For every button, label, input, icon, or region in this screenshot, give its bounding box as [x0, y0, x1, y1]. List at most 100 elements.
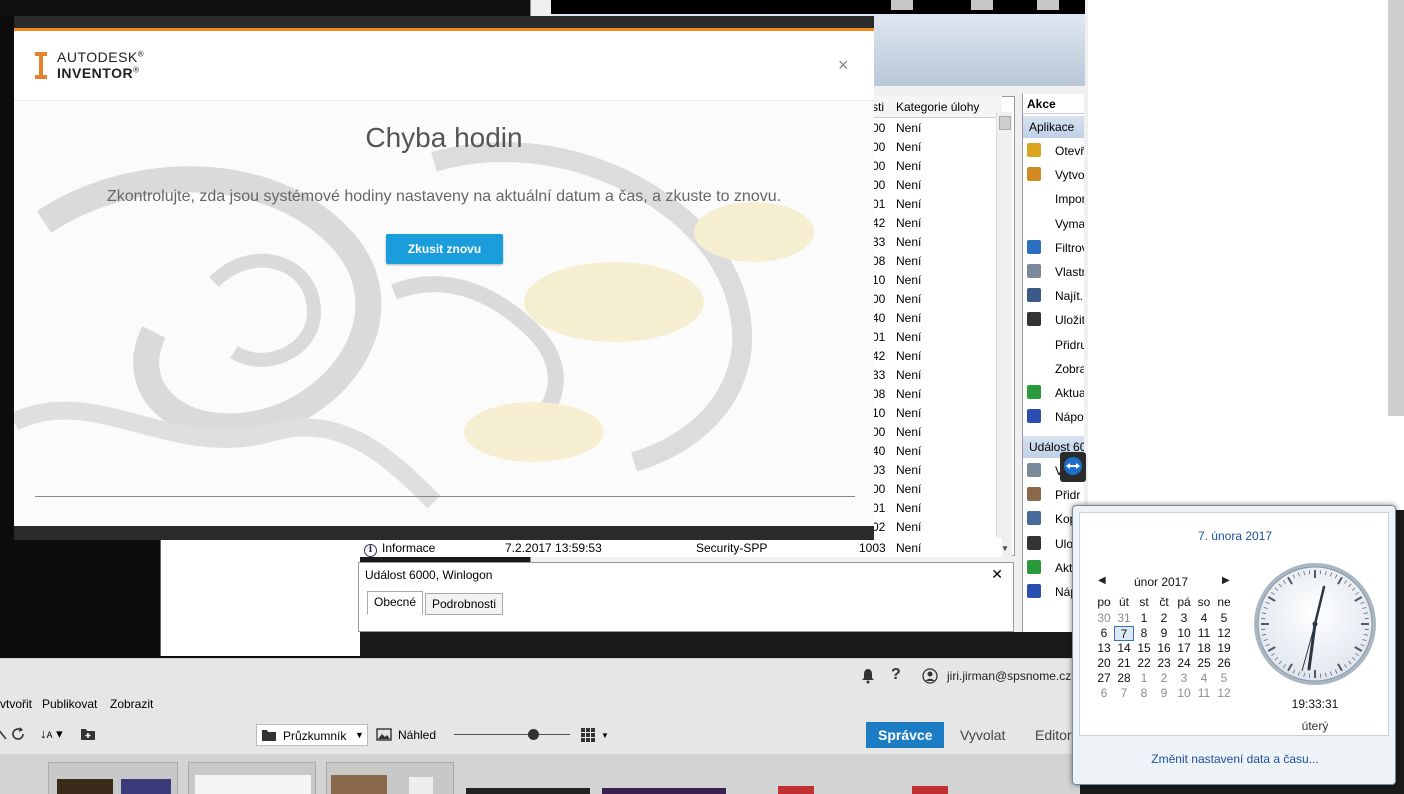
table-row[interactable]: 10 Není: [860, 406, 1000, 425]
pdf-icon[interactable]: [912, 786, 948, 794]
calendar-day[interactable]: 21: [1114, 656, 1134, 671]
calendar-day[interactable]: 25: [1194, 656, 1214, 671]
scroll-down-icon[interactable]: ▼: [1001, 544, 1009, 553]
calendar-day[interactable]: 2: [1154, 611, 1174, 626]
thumbnail[interactable]: [48, 762, 178, 794]
action-item[interactable]: Přidr: [1023, 484, 1084, 506]
grid-icon[interactable]: [580, 727, 596, 743]
calendar-day[interactable]: 10: [1174, 626, 1194, 641]
table-row[interactable]: 00 Není: [860, 121, 1000, 140]
calendar-day[interactable]: 4: [1194, 671, 1214, 686]
calendar-month-label[interactable]: únor 2017: [1096, 575, 1226, 589]
calendar-day[interactable]: 19: [1214, 641, 1234, 656]
calendar-day[interactable]: 24: [1174, 656, 1194, 671]
calendar-day[interactable]: 7: [1114, 626, 1134, 641]
calendar-day[interactable]: 1: [1134, 671, 1154, 686]
table-row[interactable]: 03 Není: [860, 463, 1000, 482]
calendar-day[interactable]: 13: [1094, 641, 1114, 656]
scrollbar-thumb[interactable]: [999, 116, 1011, 130]
calendar-day[interactable]: 16: [1154, 641, 1174, 656]
calendar-day[interactable]: 28: [1114, 671, 1134, 686]
mode-manager-button[interactable]: Správce: [866, 722, 945, 748]
table-row[interactable]: 08 Není: [860, 387, 1000, 406]
calendar-day[interactable]: 2: [1154, 671, 1174, 686]
calendar-day[interactable]: 22: [1134, 656, 1154, 671]
tab-details[interactable]: Podrobnosti: [425, 593, 504, 615]
calendar-day[interactable]: 8: [1134, 686, 1154, 701]
calendar-day[interactable]: 10: [1174, 686, 1194, 701]
table-row[interactable]: 01 Není: [860, 501, 1000, 520]
calendar-day[interactable]: 12: [1214, 686, 1234, 701]
action-item[interactable]: Zobra: [1023, 358, 1084, 380]
rotate-icon[interactable]: [0, 726, 8, 742]
table-row[interactable]: 02 Není: [860, 520, 1000, 539]
table-row[interactable]: i Informace 7.2.2017 13:59:53 Security-S…: [358, 538, 1002, 557]
calendar-day[interactable]: 15: [1134, 641, 1154, 656]
calendar-day[interactable]: 4: [1194, 611, 1214, 626]
thumbnail[interactable]: [188, 762, 316, 794]
calendar-day[interactable]: 11: [1194, 686, 1214, 701]
calendar-day[interactable]: 7: [1114, 686, 1134, 701]
table-row[interactable]: 10 Není: [860, 273, 1000, 292]
action-item[interactable]: Vlastn: [1023, 261, 1084, 283]
calendar-day[interactable]: 1: [1134, 611, 1154, 626]
table-row[interactable]: 42 Není: [860, 349, 1000, 368]
calendar-day[interactable]: 3: [1174, 671, 1194, 686]
thumbnail[interactable]: [326, 762, 454, 794]
calendar-day[interactable]: 11: [1194, 626, 1214, 641]
calendar-day[interactable]: 9: [1154, 686, 1174, 701]
calendar-day[interactable]: 12: [1214, 626, 1234, 641]
zoom-slider[interactable]: [454, 734, 570, 735]
calendar-day[interactable]: 20: [1094, 656, 1114, 671]
close-icon[interactable]: ✕: [991, 566, 1003, 583]
calendar-day[interactable]: 6: [1094, 686, 1114, 701]
calendar-day[interactable]: 18: [1194, 641, 1214, 656]
calendar-day[interactable]: 26: [1214, 656, 1234, 671]
help-icon[interactable]: ?: [891, 666, 901, 684]
table-row[interactable]: 42 Není: [860, 216, 1000, 235]
calendar-day[interactable]: 8: [1134, 626, 1154, 641]
calendar-day[interactable]: 9: [1154, 626, 1174, 641]
calendar-day[interactable]: 5: [1214, 611, 1234, 626]
action-item[interactable]: Přidru: [1023, 334, 1084, 356]
table-row[interactable]: 00 Není: [860, 425, 1000, 444]
new-folder-icon[interactable]: [80, 727, 96, 741]
close-icon[interactable]: ×: [838, 55, 849, 76]
table-row[interactable]: 00 Není: [860, 159, 1000, 178]
action-item[interactable]: Filtrov: [1023, 237, 1084, 259]
table-row[interactable]: 00 Není: [860, 292, 1000, 311]
action-item[interactable]: Aktua: [1023, 382, 1084, 404]
table-row[interactable]: 00 Není: [860, 482, 1000, 501]
grid-dropdown-icon[interactable]: ▼: [601, 731, 609, 740]
menu-create[interactable]: vtvořit: [0, 697, 32, 711]
table-row[interactable]: 40 Není: [860, 444, 1000, 463]
preview-toggle[interactable]: Náhled: [398, 728, 436, 742]
action-item[interactable]: Impor: [1023, 188, 1084, 210]
calendar-day[interactable]: 23: [1154, 656, 1174, 671]
actions-section-application[interactable]: Aplikace: [1023, 116, 1084, 138]
thumbnail[interactable]: [602, 788, 726, 794]
image-icon[interactable]: [376, 728, 392, 741]
zoom-slider-handle[interactable]: [528, 729, 539, 740]
table-row[interactable]: 33 Není: [860, 368, 1000, 387]
user-icon[interactable]: [922, 668, 938, 684]
table-row[interactable]: 01 Není: [860, 197, 1000, 216]
event-list-scrollbar[interactable]: ▼: [996, 112, 1012, 556]
column-header-category[interactable]: Kategorie úlohy: [896, 100, 979, 114]
thumbnail[interactable]: [466, 788, 590, 794]
menu-publish[interactable]: Publikovat: [42, 697, 97, 711]
calendar-day[interactable]: 30: [1094, 611, 1114, 626]
menu-view[interactable]: Zobrazit: [110, 697, 153, 711]
tab-general[interactable]: Obecné: [367, 591, 424, 615]
chevron-right-icon[interactable]: ▶: [1222, 575, 1230, 586]
background-scrollbar[interactable]: [1388, 0, 1404, 416]
action-item[interactable]: Otevř: [1023, 140, 1084, 162]
calendar-day[interactable]: 27: [1094, 671, 1114, 686]
account-email[interactable]: jiri.jirman@spsnome.cz: [947, 669, 1071, 683]
action-item[interactable]: Uložit: [1023, 309, 1084, 331]
calendar-day[interactable]: 17: [1174, 641, 1194, 656]
action-item[interactable]: Vytvo: [1023, 164, 1084, 186]
calendar-day[interactable]: 3: [1174, 611, 1194, 626]
calendar-day[interactable]: 31: [1114, 611, 1134, 626]
action-item[interactable]: Najít...: [1023, 285, 1084, 307]
